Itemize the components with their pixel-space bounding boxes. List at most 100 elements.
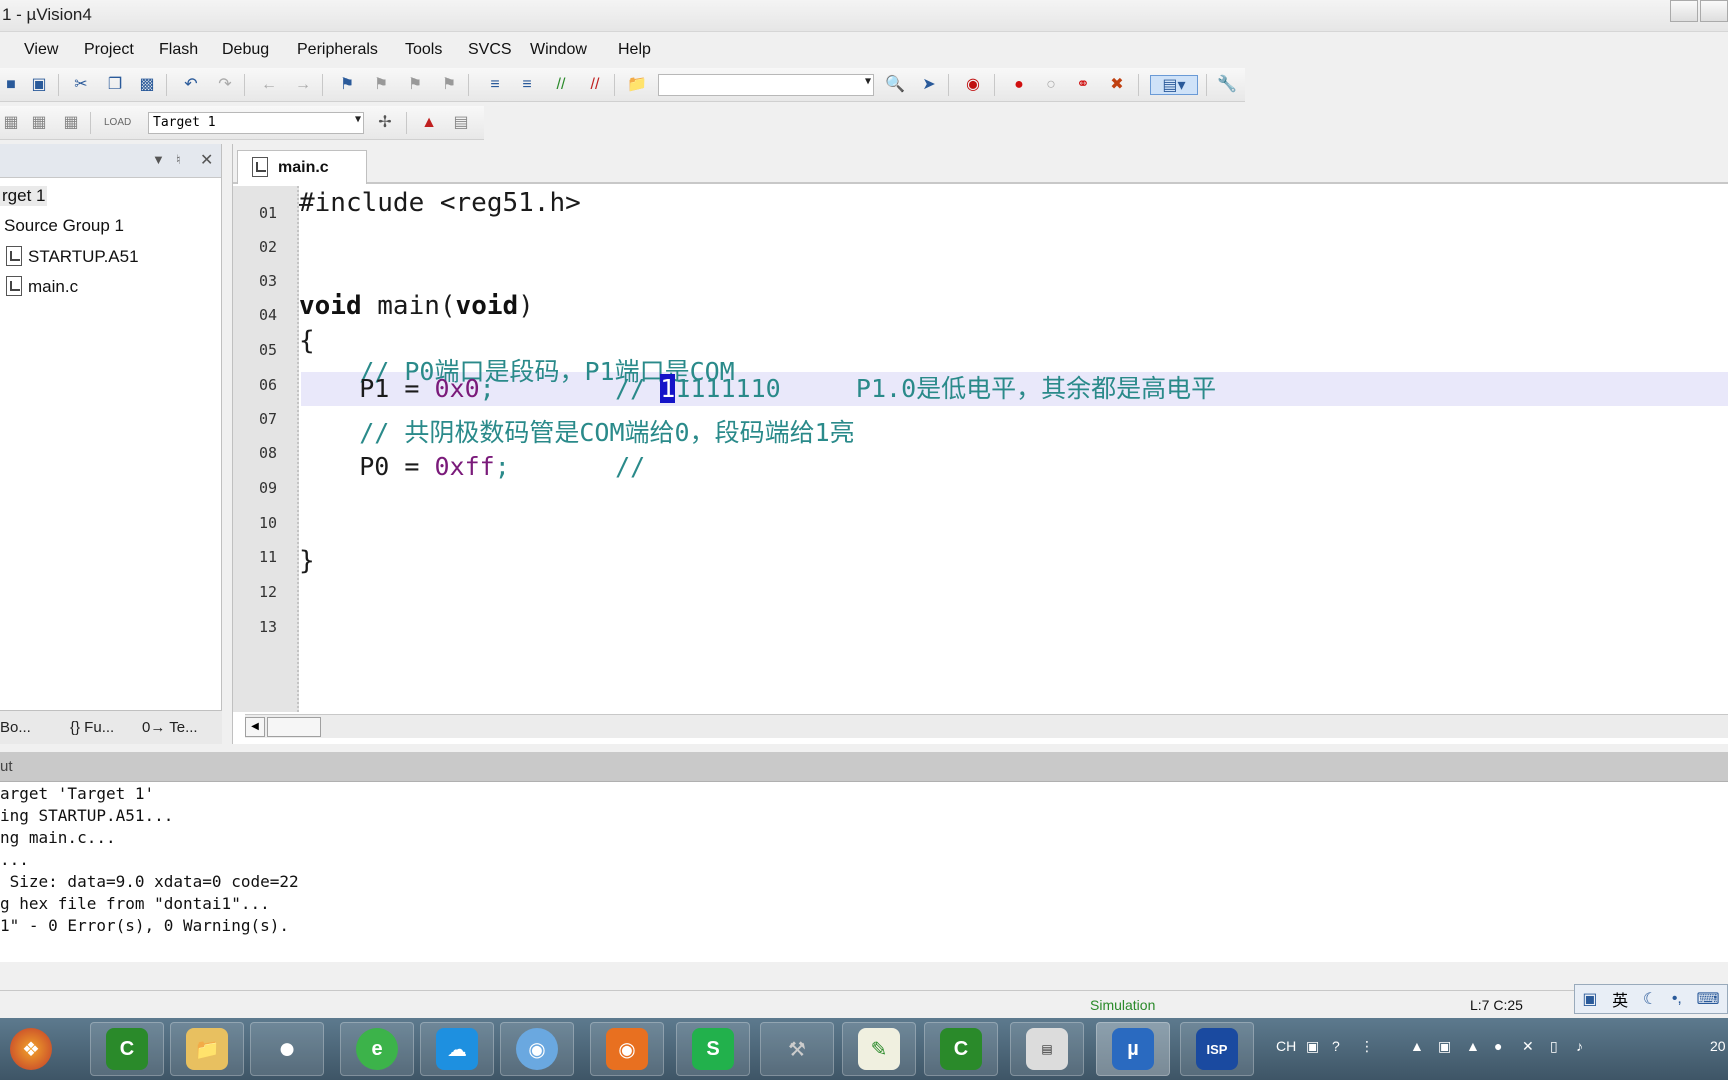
clock[interactable]: 20: [1710, 1038, 1726, 1054]
cut-icon[interactable]: ✂: [70, 75, 92, 95]
taskbar-app-cloud[interactable]: ☁: [420, 1022, 494, 1076]
taskbar-app-wps[interactable]: S: [676, 1022, 750, 1076]
code-editor[interactable]: main.c 01 02 03 04 05 06 07 08 09 10 11 …: [232, 144, 1728, 744]
paste-icon[interactable]: ▩: [136, 75, 158, 95]
menu-flash[interactable]: Flash: [159, 41, 198, 59]
tree-file-main[interactable]: main.c: [6, 276, 78, 297]
keyboard-icon[interactable]: ⌨: [1697, 989, 1720, 1009]
tree-file-startup[interactable]: STARTUP.A51: [6, 246, 139, 267]
text-selection: 1: [660, 374, 676, 403]
tab-books[interactable]: Bo...: [0, 719, 31, 736]
save-icon[interactable]: ■: [0, 75, 22, 95]
show-hidden-icon[interactable]: ▲: [1410, 1038, 1424, 1054]
tree-source-group[interactable]: Source Group 1: [4, 216, 124, 236]
incremental-find-icon[interactable]: ➤: [918, 75, 940, 95]
kill-breakpoints-icon[interactable]: ✖: [1106, 75, 1128, 95]
battery-icon[interactable]: ▯: [1550, 1038, 1558, 1055]
chevron-down-icon[interactable]: ▼: [152, 152, 165, 167]
tab-templates[interactable]: 0→ Te...: [142, 719, 198, 736]
tab-functions[interactable]: {} Fu...: [70, 719, 114, 736]
indent-icon[interactable]: ≡: [484, 75, 506, 95]
punctuation-icon[interactable]: •,: [1672, 990, 1682, 1008]
taskbar-app-tools[interactable]: ⚒: [760, 1022, 834, 1076]
tab-main-c[interactable]: main.c: [237, 150, 367, 184]
tray-menu-icon[interactable]: ⋮: [1360, 1038, 1374, 1055]
breakpoint-icon[interactable]: ●: [1008, 75, 1030, 95]
ime-logo-icon[interactable]: ▣: [1582, 989, 1597, 1009]
next-bookmark-icon[interactable]: ⚑: [404, 75, 426, 95]
window-layout-icon[interactable]: ▤▾: [1150, 75, 1198, 95]
undo-icon[interactable]: ↶: [180, 75, 202, 95]
scroll-left-icon[interactable]: ◀: [245, 717, 265, 737]
download-icon[interactable]: LOAD: [104, 113, 131, 133]
redo-icon[interactable]: ↷: [214, 75, 236, 95]
prev-bookmark-icon[interactable]: ⚑: [370, 75, 392, 95]
menu-svcs[interactable]: SVCS: [468, 41, 512, 59]
target-select[interactable]: Target 1 ▼: [148, 112, 364, 134]
taskbar-app-uvision[interactable]: µ: [1096, 1022, 1170, 1076]
close-icon[interactable]: ✕: [200, 150, 213, 170]
manage-components-icon[interactable]: ▲: [418, 113, 440, 133]
tray-notification-icon[interactable]: ●: [1494, 1038, 1502, 1054]
save-all-icon[interactable]: ▣: [28, 75, 50, 95]
ime-toolbar[interactable]: ▣ 英 ☾ •, ⌨: [1574, 984, 1728, 1014]
nav-back-icon[interactable]: ←: [258, 75, 280, 95]
network-status-icon[interactable]: ✕: [1522, 1038, 1534, 1055]
menu-window[interactable]: Window: [530, 41, 587, 59]
copy-icon[interactable]: ❐: [104, 75, 126, 95]
maximize-button[interactable]: [1700, 0, 1728, 22]
input-language[interactable]: CH: [1276, 1038, 1296, 1054]
ime-lang[interactable]: 英: [1612, 987, 1628, 1011]
scroll-thumb[interactable]: [267, 717, 321, 737]
build-output-panel[interactable]: arget 'Target 1' ing STARTUP.A51... ng m…: [0, 782, 1728, 962]
configure-icon[interactable]: 🔧: [1216, 75, 1238, 95]
taskbar-app-explorer[interactable]: 📁: [170, 1022, 244, 1076]
taskbar-app-office[interactable]: ▤: [1010, 1022, 1084, 1076]
taskbar-app-network[interactable]: ◉: [500, 1022, 574, 1076]
ime-icon[interactable]: ▣: [1306, 1038, 1319, 1055]
target-options-icon[interactable]: ✢: [374, 113, 396, 133]
translate-icon[interactable]: ▦: [0, 113, 22, 133]
debug-session-icon[interactable]: ◉: [962, 75, 984, 95]
volume-icon[interactable]: ♪: [1576, 1038, 1583, 1054]
taskbar-app-chart[interactable]: ✎: [842, 1022, 916, 1076]
start-button[interactable]: ❖: [0, 1022, 62, 1076]
uncomment-icon[interactable]: //: [584, 75, 606, 95]
disable-breakpoint-icon[interactable]: ○: [1040, 75, 1062, 95]
code-text: {: [299, 326, 315, 356]
menu-peripherals[interactable]: Peripherals: [297, 41, 378, 59]
menu-tools[interactable]: Tools: [405, 41, 442, 59]
output-line: Size: data=9.0 xdata=0 code=22: [0, 872, 299, 891]
comment-icon[interactable]: //: [550, 75, 572, 95]
menu-help[interactable]: Help: [618, 41, 651, 59]
menu-debug[interactable]: Debug: [222, 41, 269, 59]
minimize-button[interactable]: [1670, 0, 1698, 22]
tray-app-icon[interactable]: ▣: [1438, 1038, 1451, 1055]
find-combo[interactable]: ▼: [658, 74, 874, 96]
build-icon[interactable]: ▦: [28, 113, 50, 133]
bookmark-icon[interactable]: ⚑: [336, 75, 358, 95]
security-icon[interactable]: ▲: [1466, 1038, 1480, 1054]
select-packs-icon[interactable]: ▤: [450, 113, 472, 133]
taskbar-app-qq[interactable]: ●: [250, 1022, 324, 1076]
clear-bookmarks-icon[interactable]: ⚑: [438, 75, 460, 95]
tree-target[interactable]: rget 1: [0, 186, 48, 206]
find-icon[interactable]: 🔍: [884, 75, 906, 95]
taskbar-app-browser[interactable]: e: [340, 1022, 414, 1076]
unindent-icon[interactable]: ≡: [516, 75, 538, 95]
taskbar-app-isp[interactable]: ISP: [1180, 1022, 1254, 1076]
taskbar-app-camtasia[interactable]: C: [90, 1022, 164, 1076]
pin-icon[interactable]: ♮: [176, 152, 181, 168]
horizontal-scrollbar[interactable]: ◀: [245, 714, 1728, 738]
find-in-files-icon[interactable]: 📁: [626, 75, 648, 95]
menu-project[interactable]: Project: [84, 41, 134, 59]
taskbar-app-pdf[interactable]: ◉: [590, 1022, 664, 1076]
disable-all-breakpoints-icon[interactable]: ⚭: [1072, 75, 1094, 95]
rebuild-icon[interactable]: ▦: [60, 113, 82, 133]
taskbar-app-camtasia-2[interactable]: C: [924, 1022, 998, 1076]
nav-forward-icon[interactable]: →: [292, 75, 314, 95]
uvision-icon: µ: [1112, 1028, 1154, 1070]
help-icon[interactable]: ?: [1332, 1038, 1340, 1054]
menu-view[interactable]: View: [24, 41, 58, 59]
moon-icon[interactable]: ☾: [1643, 989, 1657, 1009]
